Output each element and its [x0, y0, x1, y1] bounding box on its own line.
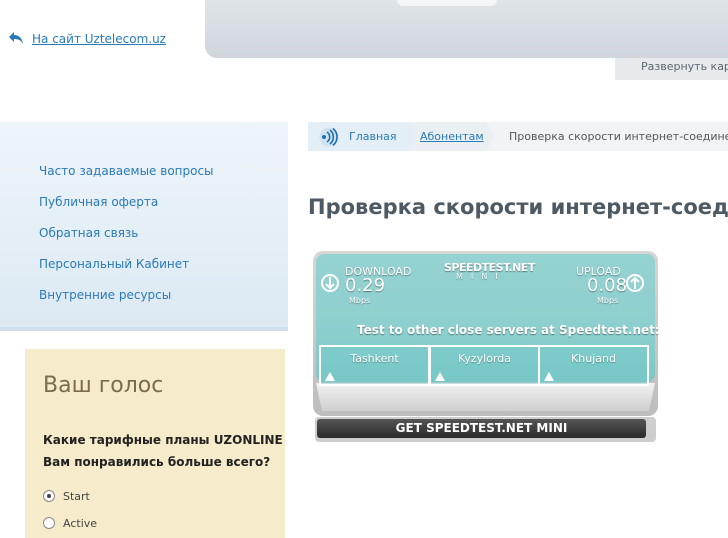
sidebar-item-internal-resources[interactable]: Внутренние ресурсы — [39, 288, 171, 302]
triangle-up-icon — [435, 372, 445, 381]
test-other-servers-text: Test to other close servers at Speedtest… — [357, 323, 660, 337]
poll-question-line2: Вам понравились больше всего? — [43, 455, 271, 469]
sidebar-item-faq[interactable]: Часто задаваемые вопросы — [39, 164, 214, 178]
poll-option-start-label: Start — [63, 490, 90, 503]
download-unit: Mbps — [349, 296, 371, 305]
breadcrumb-subscribers-link[interactable]: Абонентам — [420, 130, 484, 143]
triangle-up-icon — [325, 372, 335, 381]
triangle-up-icon — [544, 372, 554, 381]
breadcrumb-separator — [408, 122, 417, 151]
poll-option-active-label: Active — [63, 517, 98, 530]
server-khujand-button[interactable]: Khujand — [538, 345, 649, 386]
server-label: Khujand — [571, 352, 616, 365]
poll-option-active-radio[interactable] — [43, 517, 55, 529]
poll-option-start-radio[interactable] — [43, 490, 55, 502]
wifi-signal-icon — [319, 127, 339, 147]
top-banner — [205, 0, 728, 58]
top-banner-tab — [397, 0, 497, 6]
speedtest-brand-sub: MINI — [456, 272, 506, 281]
page-title: Проверка скорости интернет-соедин — [308, 195, 728, 219]
get-speedtest-mini-label[interactable]: GET SPEEDTEST.NET MINI — [317, 421, 646, 435]
sidebar-item-feedback[interactable]: Обратная связь — [39, 226, 138, 240]
expand-map-link[interactable]: Развернуть карт — [641, 60, 728, 73]
server-tashkent-button[interactable]: Tashkent — [319, 345, 430, 386]
sidebar-item-offer[interactable]: Публичная оферта — [39, 195, 158, 209]
server-label: Tashkent — [350, 352, 399, 365]
breadcrumb-home-link[interactable]: Главная — [349, 130, 397, 143]
poll-question-line1: Какие тарифные планы UZONLINE — [43, 433, 283, 447]
upload-value: 0.08 — [587, 275, 628, 296]
breadcrumb-current: Проверка скорости интернет-соединения — [509, 130, 728, 143]
poll-title: Ваш голос — [43, 373, 164, 398]
back-arrow-icon[interactable] — [8, 31, 24, 45]
upload-unit: Mbps — [597, 296, 619, 305]
breadcrumb-separator — [486, 122, 495, 151]
download-value: 0.29 — [345, 275, 386, 296]
back-to-site-link[interactable]: На сайт Uztelecom.uz — [32, 32, 166, 46]
server-label: Kyzylorda — [457, 352, 512, 365]
server-kyzylorda-button[interactable]: Kyzylorda — [429, 345, 540, 386]
sidebar-item-personal-cabinet[interactable]: Персональный Кабинет — [39, 257, 189, 271]
